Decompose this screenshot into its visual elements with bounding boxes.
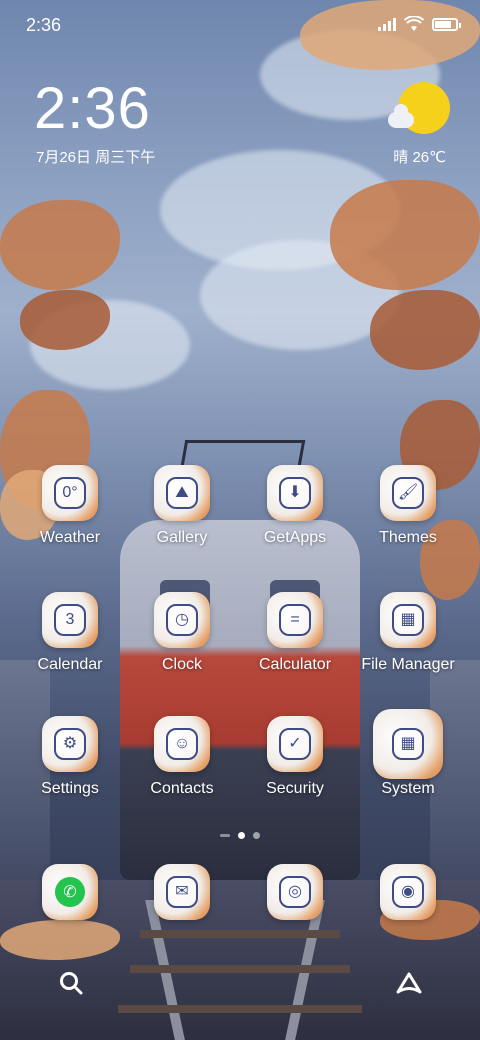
- security-icon: ✓: [267, 716, 323, 772]
- app-security[interactable]: ✓ Security: [240, 716, 350, 798]
- assistant-icon: [396, 972, 422, 994]
- calculator-icon: =: [267, 592, 323, 648]
- gallery-icon-glyph: ⛰: [166, 477, 198, 509]
- app-getapps[interactable]: ⬇ GetApps: [240, 465, 350, 547]
- dock-messaging[interactable]: ✉: [127, 864, 237, 920]
- system-folder-icon-glyph: ▦: [392, 728, 424, 760]
- themes-icon: 🖌: [380, 465, 436, 521]
- themes-icon-glyph: 🖌: [392, 477, 424, 509]
- system-folder-icon: ▦: [373, 709, 443, 779]
- app-label: Calculator: [258, 656, 332, 673]
- wifi-icon: [404, 16, 424, 31]
- contacts-icon: ☺: [154, 716, 210, 772]
- camera-icon-glyph: ◉: [392, 876, 424, 908]
- app-contacts[interactable]: ☺ Contacts: [127, 716, 237, 798]
- camera-icon: ◉: [380, 864, 436, 920]
- app-label: Calendar: [37, 656, 103, 673]
- status-bar: 2:36: [0, 0, 480, 50]
- calendar-icon: 3: [42, 592, 98, 648]
- app-calendar[interactable]: 3 Calendar: [15, 592, 125, 674]
- app-settings[interactable]: ⚙ Settings: [15, 716, 125, 798]
- dock-phone[interactable]: ✆: [15, 864, 125, 920]
- battery-icon: [432, 17, 461, 31]
- clock-icon-glyph: ◷: [166, 604, 198, 636]
- app-label: File Manager: [361, 656, 455, 673]
- app-label: GetApps: [263, 529, 327, 546]
- weather-icon-glyph: 0°: [54, 477, 86, 509]
- getapps-icon-glyph: ⬇: [279, 477, 311, 509]
- file-manager-icon-glyph: ▦: [392, 604, 424, 636]
- cloud-icon: [388, 104, 414, 128]
- browser-icon-glyph: ◎: [279, 876, 311, 908]
- clock-widget-time[interactable]: 2:36: [34, 80, 151, 138]
- search-button[interactable]: [43, 955, 99, 1011]
- messaging-icon: ✉: [154, 864, 210, 920]
- phone-icon: ✆: [42, 864, 98, 920]
- app-label: Contacts: [150, 780, 214, 797]
- browser-icon: ◎: [267, 864, 323, 920]
- weather-icon: 0°: [42, 465, 98, 521]
- dock-browser[interactable]: ◎: [240, 864, 350, 920]
- dock-camera[interactable]: ◉: [353, 864, 463, 920]
- page-indicator[interactable]: [0, 832, 480, 839]
- phone-icon-glyph: ✆: [55, 877, 85, 907]
- security-icon-glyph: ✓: [279, 728, 311, 760]
- messaging-icon-glyph: ✉: [166, 876, 198, 908]
- app-gallery[interactable]: ⛰ Gallery: [127, 465, 237, 547]
- page-dot-active: [238, 832, 245, 839]
- status-time: 2:36: [26, 15, 62, 35]
- page-dot: [253, 832, 260, 839]
- weather-widget[interactable]: 晴 26℃: [376, 82, 450, 172]
- app-calculator[interactable]: = Calculator: [240, 592, 350, 674]
- contacts-icon-glyph: ☺: [166, 728, 198, 760]
- calendar-icon-glyph: 3: [54, 604, 86, 636]
- app-label: Clock: [161, 656, 202, 673]
- weather-widget-text: 晴 26℃: [393, 149, 446, 166]
- search-icon: [60, 972, 83, 995]
- app-system-folder[interactable]: ▦ System: [353, 709, 463, 798]
- getapps-icon: ⬇: [267, 465, 323, 521]
- app-file-manager[interactable]: ▦ File Manager: [353, 592, 463, 674]
- app-label: Weather: [39, 529, 101, 546]
- assistant-button[interactable]: [381, 955, 437, 1011]
- file-manager-icon: ▦: [380, 592, 436, 648]
- app-themes[interactable]: 🖌 Themes: [353, 465, 463, 547]
- calculator-icon-glyph: =: [279, 604, 311, 636]
- app-label: System: [381, 780, 435, 797]
- gallery-icon: ⛰: [154, 465, 210, 521]
- app-label: Gallery: [156, 529, 208, 546]
- app-clock[interactable]: ◷ Clock: [127, 592, 237, 674]
- app-label: Themes: [379, 529, 437, 546]
- app-label: Security: [266, 780, 324, 797]
- signal-icon: [378, 17, 396, 31]
- page-indicator-line: [220, 834, 230, 837]
- clock-widget-date[interactable]: 7月26日 周三下午: [36, 146, 155, 167]
- settings-icon: ⚙: [42, 716, 98, 772]
- app-label: Settings: [41, 780, 99, 797]
- app-weather[interactable]: 0° Weather: [15, 465, 125, 547]
- settings-icon-glyph: ⚙: [54, 728, 86, 760]
- clock-icon: ◷: [154, 592, 210, 648]
